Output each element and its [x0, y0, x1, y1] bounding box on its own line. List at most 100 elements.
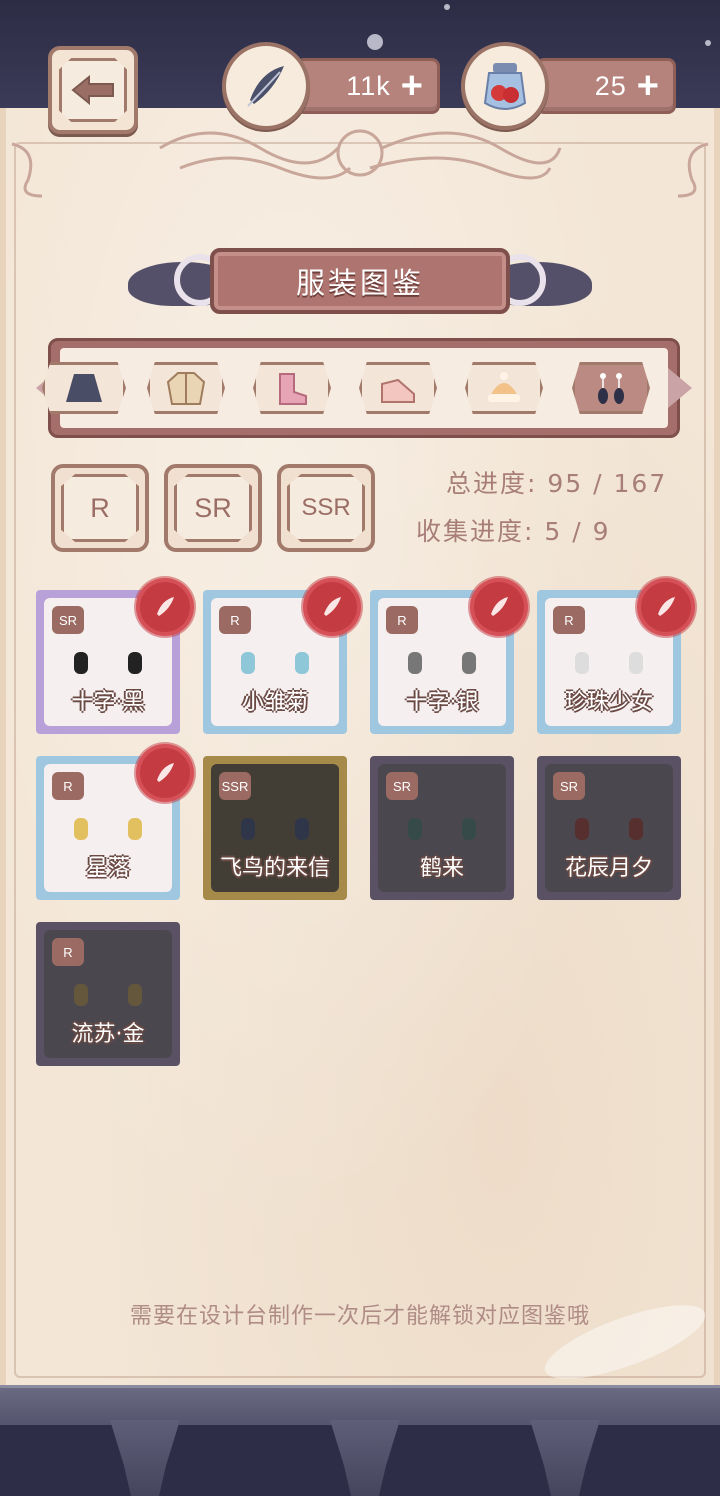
- item-card-frame: SSR 飞鸟的来信: [203, 756, 347, 900]
- earring-right: [629, 652, 643, 674]
- potion-coin: [461, 42, 549, 130]
- item-card[interactable]: R 珍珠少女: [537, 582, 691, 734]
- star: [367, 34, 383, 50]
- wax-seal-icon: [641, 582, 691, 632]
- skirt-icon: [66, 374, 102, 402]
- wax-seal-icon: [474, 582, 524, 632]
- item-name: 花辰月夕: [564, 856, 653, 881]
- feather-icon: [247, 66, 284, 107]
- total-progress-label: 总进度:: [446, 469, 538, 498]
- earring-left: [74, 818, 88, 840]
- filter-ssr-button[interactable]: SSR: [277, 464, 375, 552]
- collect-progress-label: 收集进度:: [416, 517, 535, 546]
- page-title: 服装图鉴: [295, 266, 424, 300]
- shoes-icon: [381, 378, 415, 403]
- add-feather-button[interactable]: +: [401, 67, 423, 105]
- item-card-body: SR 鹤来: [378, 764, 506, 892]
- tab-earrings[interactable]: [572, 362, 650, 414]
- total-progress-value: 95 / 167: [547, 469, 668, 498]
- filter-sr-button[interactable]: SR: [164, 464, 262, 552]
- back-button-frame: [59, 58, 127, 122]
- wax-seal-icon: [140, 582, 190, 632]
- filter-ssr-label: SSR: [287, 474, 365, 542]
- tab-socks[interactable]: [253, 362, 331, 414]
- earring-right: [295, 652, 309, 674]
- jacket-icon: [166, 372, 206, 405]
- hat-icon: [488, 372, 520, 402]
- scroll-right-arrow[interactable]: [668, 368, 692, 408]
- total-progress: 总进度: 95 / 167: [446, 464, 667, 500]
- item-name: 小雏菊: [241, 690, 308, 715]
- potion-count: 25: [594, 70, 627, 101]
- seal-feather-icon: [491, 597, 508, 616]
- rarity-tag: SR: [553, 772, 585, 800]
- earrings-icon: [598, 373, 624, 404]
- item-name: 珍珠少女: [564, 690, 653, 715]
- item-card[interactable]: SSR 飞鸟的来信: [203, 756, 347, 900]
- rarity-tag: R: [386, 606, 418, 634]
- item-card-body: R 流苏·金: [44, 930, 172, 1058]
- arrow-left-icon: [71, 75, 114, 105]
- item-name: 流苏·金: [71, 1022, 145, 1047]
- seal-feather-icon: [157, 597, 174, 616]
- back-button[interactable]: [48, 46, 138, 134]
- add-potion-button[interactable]: +: [637, 67, 659, 105]
- item-name: 十字·银: [405, 690, 479, 715]
- filter-sr-label: SR: [174, 474, 252, 542]
- item-card-frame: SR 鹤来: [370, 756, 514, 900]
- earring-left: [408, 652, 422, 674]
- tab-shoes[interactable]: [359, 362, 437, 414]
- item-card[interactable]: SR 十字·黑: [36, 582, 190, 734]
- star: [444, 4, 450, 10]
- item-name: 鹤来: [419, 856, 464, 881]
- filter-r-button[interactable]: R: [51, 464, 149, 552]
- rarity-tag: SSR: [219, 772, 251, 800]
- title-banner: 服装图鉴: [128, 248, 592, 314]
- rock-ledge: [0, 1385, 720, 1425]
- title-plate: 服装图鉴: [210, 248, 510, 314]
- rarity-tag: R: [553, 606, 585, 634]
- socks-icon: [279, 373, 307, 405]
- item-card[interactable]: R 流苏·金: [36, 922, 180, 1066]
- wax-seal-icon: [140, 748, 190, 798]
- earring-right: [462, 652, 476, 674]
- seal-feather-icon: [324, 597, 341, 616]
- earring-left: [575, 652, 589, 674]
- item-card[interactable]: SR 鹤来: [370, 756, 514, 900]
- filter-r-label: R: [61, 474, 139, 542]
- tab-hat[interactable]: [465, 362, 543, 414]
- rarity-tag: R: [219, 606, 251, 634]
- item-card-body: SSR 飞鸟的来信: [211, 764, 339, 892]
- star: [705, 40, 711, 46]
- feather-count: 11k: [346, 70, 391, 101]
- corner-ornament-right: [677, 142, 709, 198]
- item-card[interactable]: R 星落: [36, 748, 190, 900]
- category-bar: [36, 338, 692, 438]
- tab-skirt[interactable]: [42, 362, 126, 414]
- seal-feather-icon: [658, 597, 675, 616]
- rarity-tag: R: [52, 772, 84, 800]
- feather-coin: [222, 42, 310, 130]
- earring-left: [74, 652, 88, 674]
- rarity-tag: R: [52, 938, 84, 966]
- item-name: 飞鸟的来信: [219, 856, 330, 881]
- wax-seal-icon: [307, 582, 357, 632]
- corner-ornament-left: [11, 142, 43, 198]
- seal-feather-icon: [157, 763, 174, 782]
- potion-currency-bar: 25 +: [536, 58, 676, 114]
- tab-jacket[interactable]: [147, 362, 225, 414]
- earring-left: [241, 652, 255, 674]
- item-card[interactable]: R 十字·银: [370, 582, 524, 734]
- feather-currency-bar: 11k +: [296, 58, 440, 114]
- item-name: 星落: [85, 856, 130, 881]
- item-card[interactable]: SR 花辰月夕: [537, 756, 681, 900]
- item-card-frame: SR 花辰月夕: [537, 756, 681, 900]
- rarity-tag: SR: [386, 772, 418, 800]
- collect-progress: 收集进度: 5 / 9: [416, 512, 611, 548]
- item-card[interactable]: R 小雏菊: [203, 582, 357, 734]
- earring-right: [128, 818, 142, 840]
- item-card-frame: R 流苏·金: [36, 922, 180, 1066]
- item-name: 十字·黑: [71, 690, 145, 715]
- collect-progress-value: 5 / 9: [544, 517, 611, 546]
- item-card-body: SR 花辰月夕: [545, 764, 673, 892]
